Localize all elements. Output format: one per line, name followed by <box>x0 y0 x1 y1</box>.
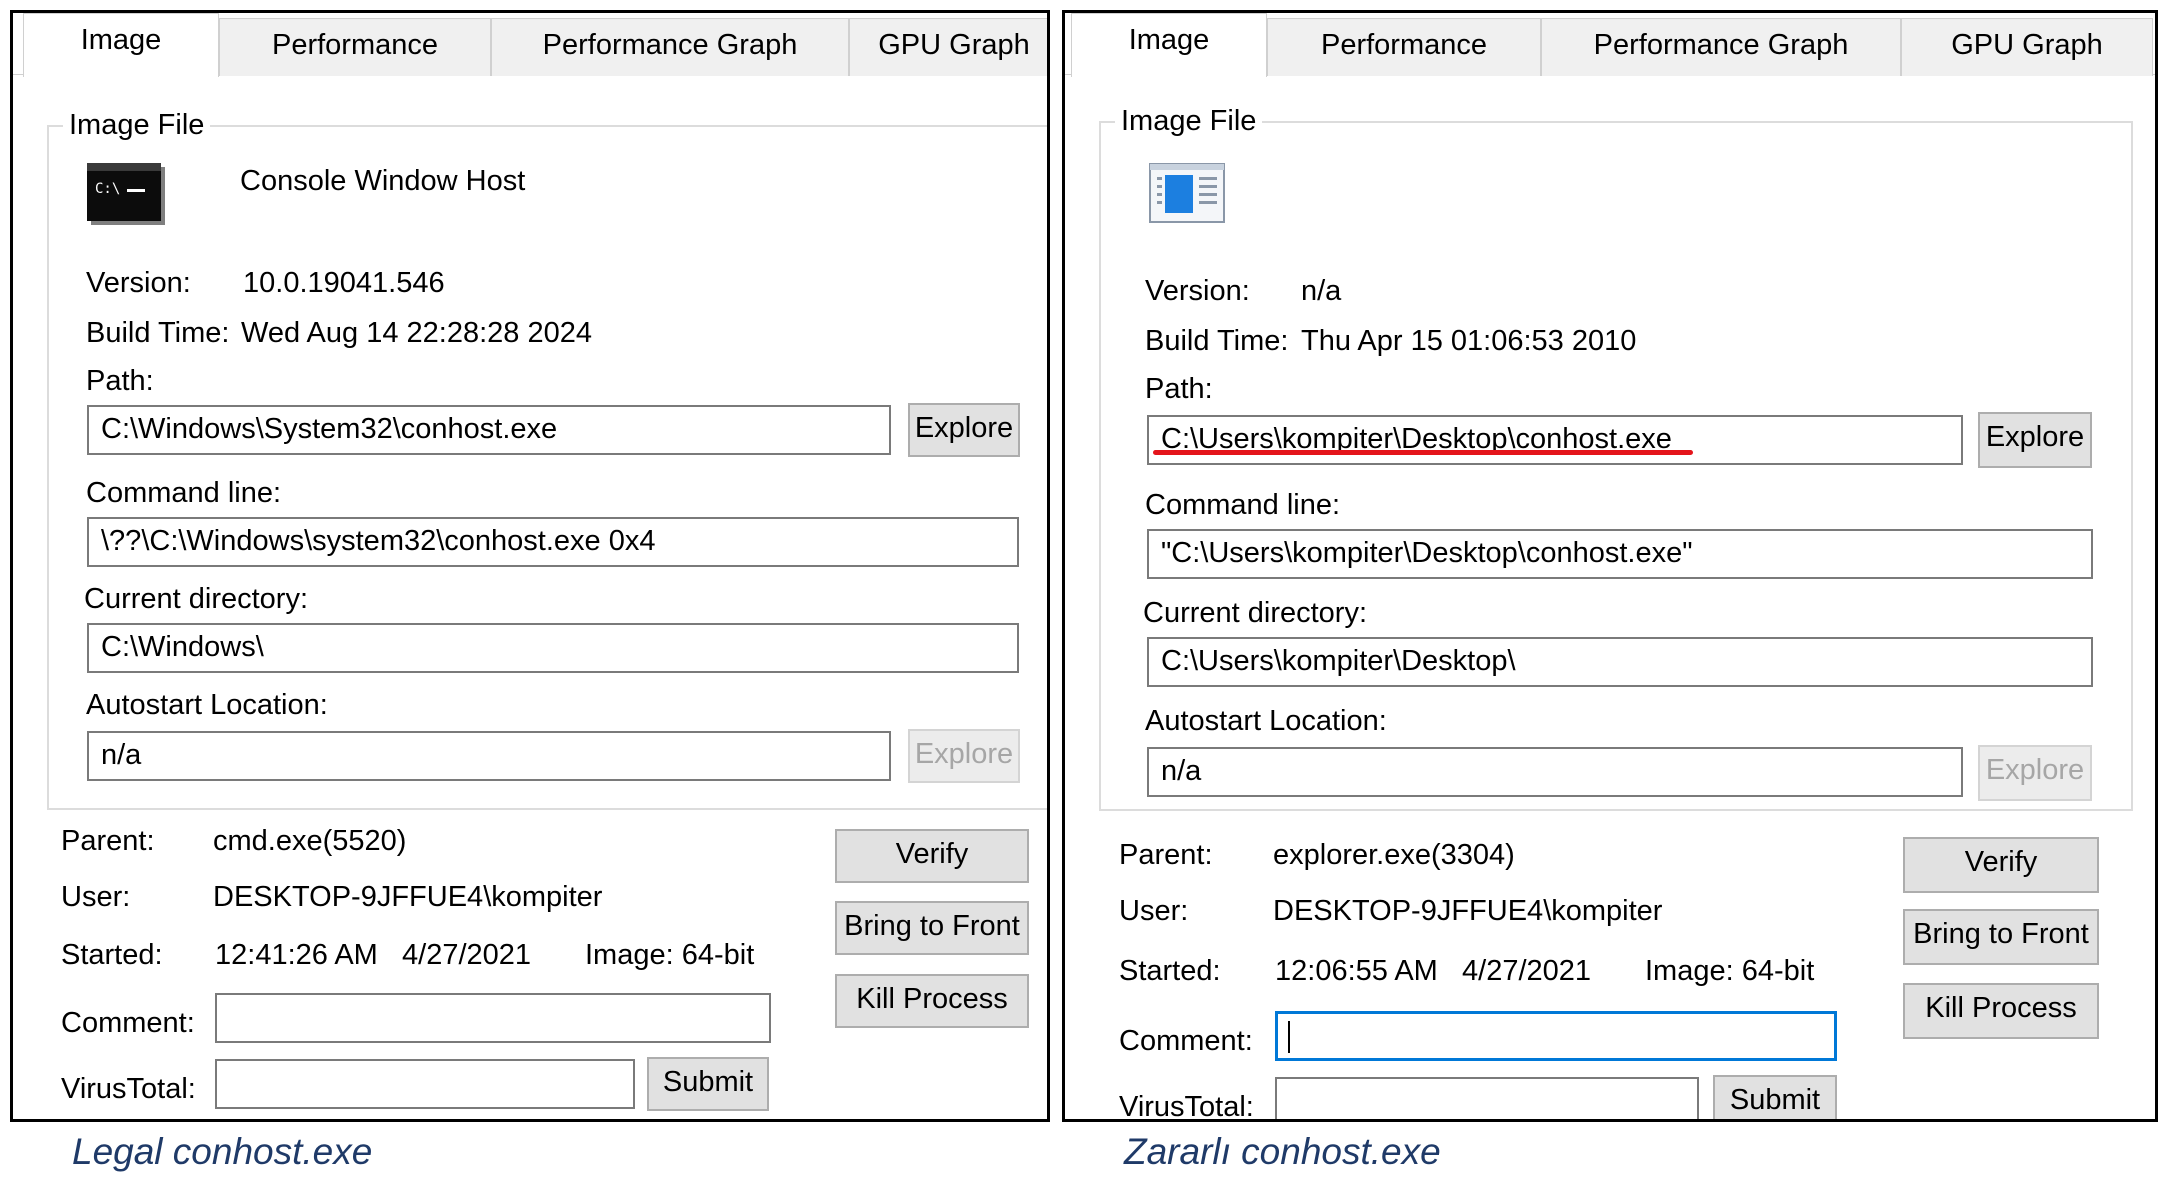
user-label: User: <box>61 881 131 913</box>
image-bits: Image: 64-bit <box>1645 955 1815 987</box>
explore-autostart-button[interactable]: Explore <box>1978 745 2092 801</box>
caption-legal: Legal conhost.exe <box>72 1131 373 1172</box>
autostart-field[interactable]: n/a <box>87 731 891 781</box>
image-bits: Image: 64-bit <box>585 939 755 971</box>
virustotal-field[interactable] <box>1275 1077 1699 1119</box>
group-title: Image File <box>1115 103 1263 139</box>
submit-button[interactable]: Submit <box>1713 1075 1837 1119</box>
current-directory-label: Current directory: <box>84 583 309 615</box>
command-line-label: Command line: <box>1145 489 1341 521</box>
comment-field[interactable] <box>1275 1011 1837 1061</box>
started-label: Started: <box>61 939 163 971</box>
tab-performance-graph[interactable]: Performance Graph <box>491 18 849 76</box>
autostart-field[interactable]: n/a <box>1147 747 1963 797</box>
tab-strip: Image Performance Performance Graph GPU … <box>13 13 1047 77</box>
build-time-label: Build Time: <box>86 317 230 349</box>
explore-path-button[interactable]: Explore <box>908 403 1020 457</box>
tab-performance[interactable]: Performance <box>1267 18 1541 76</box>
version-value: 10.0.19041.546 <box>243 267 445 299</box>
path-field[interactable]: C:\Users\kompiter\Desktop\conhost.exe <box>1147 415 1963 465</box>
command-line-field[interactable]: "C:\Users\kompiter\Desktop\conhost.exe" <box>1147 529 2093 579</box>
malicious-properties-panel: Image Performance Performance Graph GPU … <box>1062 10 2158 1122</box>
explore-path-button[interactable]: Explore <box>1978 412 2092 468</box>
started-value: 12:41:26 AM 4/27/2021 <box>215 939 532 971</box>
submit-button[interactable]: Submit <box>647 1057 769 1111</box>
verify-button[interactable]: Verify <box>835 829 1029 883</box>
version-label: Version: <box>1145 275 1250 307</box>
build-time-value: Wed Aug 14 22:28:28 2024 <box>241 317 592 349</box>
verify-button[interactable]: Verify <box>1903 837 2099 893</box>
svg-text:C:\: C:\ <box>95 181 120 197</box>
tab-gpu-graph[interactable]: GPU Graph <box>849 18 1047 76</box>
command-line-label: Command line: <box>86 477 282 509</box>
path-label: Path: <box>86 365 154 397</box>
autostart-label: Autostart Location: <box>1145 705 1387 737</box>
user-value: DESKTOP-9JFFUE4\kompiter <box>1273 895 1663 927</box>
started-label: Started: <box>1119 955 1221 987</box>
bring-to-front-button[interactable]: Bring to Front <box>1903 909 2099 965</box>
tab-gpu-graph[interactable]: GPU Graph <box>1901 18 2153 76</box>
tab-performance[interactable]: Performance <box>219 18 491 76</box>
build-time-value: Thu Apr 15 01:06:53 2010 <box>1301 325 1637 357</box>
virustotal-field[interactable] <box>215 1059 635 1109</box>
build-time-label: Build Time: <box>1145 325 1289 357</box>
text-caret <box>1288 1021 1290 1054</box>
comment-label: Comment: <box>61 1007 195 1039</box>
autostart-label: Autostart Location: <box>86 689 328 721</box>
path-highlight-underline <box>1153 450 1693 455</box>
current-directory-field[interactable]: C:\Users\kompiter\Desktop\ <box>1147 637 2093 687</box>
comment-field[interactable] <box>215 993 771 1043</box>
kill-process-button[interactable]: Kill Process <box>835 974 1029 1028</box>
bring-to-front-button[interactable]: Bring to Front <box>835 901 1029 955</box>
tab-performance-graph[interactable]: Performance Graph <box>1541 18 1901 76</box>
image-description: Console Window Host <box>240 165 526 197</box>
current-directory-field[interactable]: C:\Windows\ <box>87 623 1019 673</box>
group-title: Image File <box>63 107 211 143</box>
path-field[interactable]: C:\Windows\System32\conhost.exe <box>87 405 891 455</box>
console-window-icon: C:\ <box>87 163 165 225</box>
comment-label: Comment: <box>1119 1025 1253 1057</box>
path-label: Path: <box>1145 373 1213 405</box>
tab-image[interactable]: Image <box>1071 13 1267 77</box>
version-value: n/a <box>1301 275 1342 307</box>
kill-process-button[interactable]: Kill Process <box>1903 983 2099 1039</box>
legit-properties-panel: Image Performance Performance Graph GPU … <box>10 10 1050 1122</box>
parent-label: Parent: <box>1119 839 1213 871</box>
command-line-field[interactable]: \??\C:\Windows\system32\conhost.exe 0x4 <box>87 517 1019 567</box>
started-value: 12:06:55 AM 4/27/2021 <box>1275 955 1592 987</box>
explore-autostart-button[interactable]: Explore <box>908 729 1020 783</box>
current-directory-label: Current directory: <box>1143 597 1368 629</box>
virustotal-label: VirusTotal: <box>61 1073 196 1105</box>
parent-label: Parent: <box>61 825 155 857</box>
tab-image[interactable]: Image <box>23 13 219 77</box>
version-label: Version: <box>86 267 191 299</box>
generic-application-icon <box>1149 163 1225 223</box>
caption-malicious: Zararlı conhost.exe <box>1124 1131 1441 1172</box>
user-value: DESKTOP-9JFFUE4\kompiter <box>213 881 603 913</box>
user-label: User: <box>1119 895 1189 927</box>
parent-value: explorer.exe(3304) <box>1273 839 1515 871</box>
tab-strip: Image Performance Performance Graph GPU … <box>1065 13 2155 77</box>
virustotal-label: VirusTotal: <box>1119 1091 1254 1122</box>
parent-value: cmd.exe(5520) <box>213 825 407 857</box>
